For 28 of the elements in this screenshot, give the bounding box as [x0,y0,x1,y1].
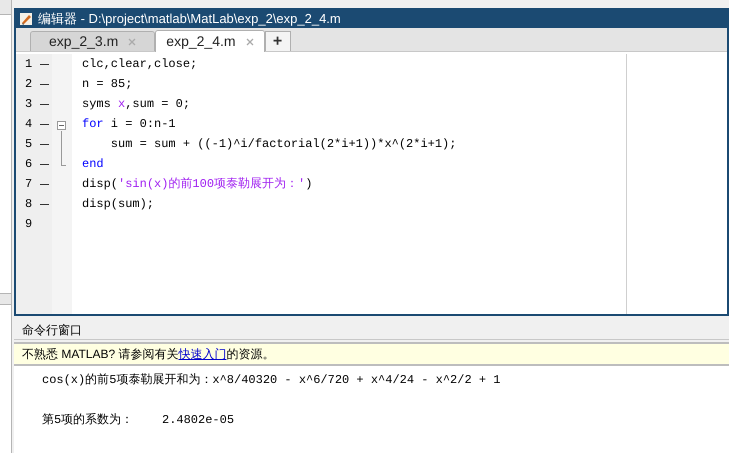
line-number: 9 [25,216,33,233]
output-line: 第5项的系数为： 2.4802e-05 [42,412,234,429]
quick-start-link[interactable]: 快速入门 [178,347,226,361]
file-tab[interactable]: exp_2_4.m [155,30,265,52]
file-tab[interactable]: exp_2_3.m [30,31,156,51]
code-line: n = 85; [82,76,132,93]
code-line: clc,clear,close; [82,56,198,73]
notice-text: 不熟悉 MATLAB? 请参阅有关快速入门的资源。 [22,346,274,363]
panel-title: 命令行窗口 [22,322,82,338]
line-number: 4 [25,116,33,133]
line-number: 3 [25,96,33,113]
code-line: disp(sum); [82,196,154,213]
output-line: cos(x)的前5项泰勒展开和为：x^8/40320 - x^6/720 + x^4/24 - x^2/2 + 1 [42,372,500,389]
code-line: disp('sin(x)的前100项泰勒展开为：') [82,176,312,193]
line-number: 2 [25,76,33,93]
code-line: syms x,sum = 0; [82,96,190,113]
line-number: 6 [25,156,33,173]
line-number: 5 [25,136,33,153]
code-line: sum = sum + ((-1)^i/factorial(2*i+1))*x^(2*i+1); [110,136,456,153]
code-line: end [82,156,104,173]
window-title: 编辑器 - D:\project\matlab\MatLab\exp_2\exp_2_4.m [38,10,341,28]
line-number: 8 [25,196,33,213]
line-number: 1 [25,56,33,73]
line-number: 7 [25,176,33,193]
new-tab-button[interactable]: + [264,31,291,51]
fold-toggle[interactable] [57,121,66,130]
code-line: for i = 0:n-1 [82,116,176,133]
pencil-icon [19,12,33,26]
